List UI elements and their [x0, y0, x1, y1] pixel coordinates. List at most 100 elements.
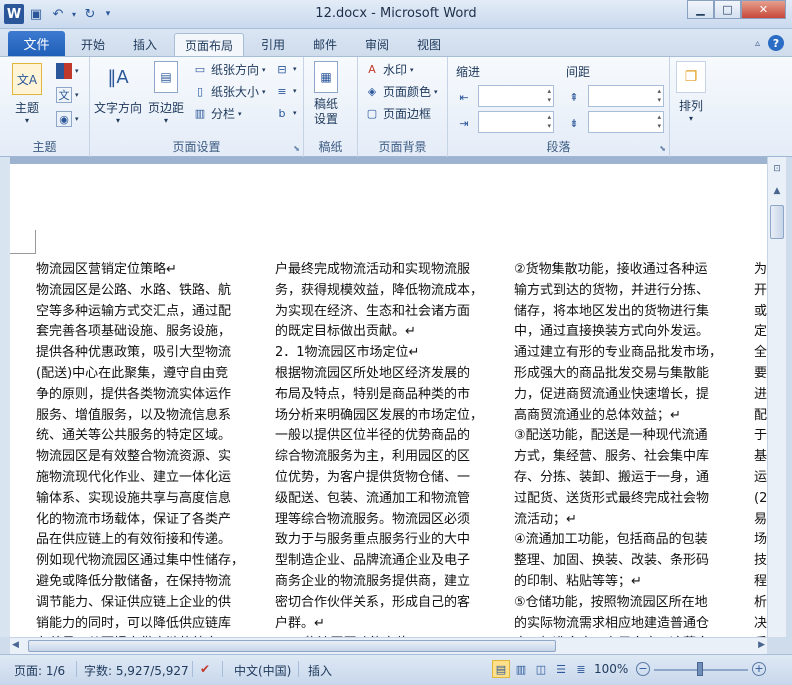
ribbon: 文A 主题 ▾ ▾ 文 ▾ ◉ ▾ 主题 ‖A 文字方向 ▾ ▤ 页边距 ▾ ▭ 纸张… [0, 56, 792, 157]
column-1: 物流园区营销定位策略↵ 物流园区是公路、水路、铁路、航 空等多种运输方式交汇点，通过… [36, 260, 262, 637]
spacing-after-input[interactable]: ▴ ▾ [588, 111, 664, 133]
columns-button[interactable]: ▥ 分栏 ▾ [192, 105, 242, 122]
column-2: 户最终完成物流活动和实现物流服 务，获得规模效益，降低物流成本， 为实现在经济、生态… [275, 260, 501, 637]
arrange-button[interactable]: ❐ 排列 ▾ [676, 61, 706, 123]
indent-left-input[interactable]: ▴ ▾ [478, 85, 554, 107]
spacing-before-input[interactable]: ▴ ▾ [588, 85, 664, 107]
scroll-right-icon[interactable]: ▶ [758, 640, 765, 650]
page-border-button[interactable]: ▢ 页面边框 [364, 105, 431, 122]
text-line: 位优势，为客户提供货物仓储、一 [275, 469, 471, 485]
orientation-button[interactable]: ▭ 纸张方向 ▾ [192, 61, 266, 78]
tab-mailings[interactable]: 邮件 [304, 33, 346, 56]
text-direction-button[interactable]: ‖A 文字方向 ▾ [94, 61, 142, 126]
indent-right-input[interactable]: ▴ ▾ [478, 111, 554, 133]
dialog-launcher-icon[interactable]: ⬊ [659, 144, 666, 153]
theme-colors-button[interactable]: ▾ [56, 63, 79, 79]
group-manuscript: ▦ 稿纸 设置 稿纸 [304, 57, 358, 157]
scroll-thumb[interactable] [770, 205, 784, 239]
text-line: 户最终完成物流活动和实现物流服 [275, 262, 471, 277]
text-line: 务，获得规模效益，降低物流成本， [275, 282, 484, 298]
zoom-slider-knob[interactable] [697, 662, 703, 676]
text-line: 整理、加固、换装、改装、条形码 [514, 553, 710, 569]
text-line: ③配送功能，配送是一种现代流通 [514, 428, 708, 444]
text-line: 开 [754, 282, 767, 298]
help-icon[interactable]: ? [768, 35, 784, 51]
tab-insert[interactable]: 插入 [124, 33, 166, 56]
tab-page-layout[interactable]: 页面布局 [174, 33, 244, 57]
theme-fonts-button[interactable]: 文 ▾ [56, 87, 79, 103]
text-line: 中，通过直接换装方式向外发运。 [514, 324, 710, 340]
zoom-out-icon[interactable]: − [636, 662, 650, 676]
draft-icon[interactable]: ≣ [572, 660, 590, 678]
text-line: 提供各种优惠政策，吸引大型物流 [36, 345, 232, 361]
maximize-button[interactable]: □ [714, 0, 741, 19]
vertical-scrollbar[interactable]: ⊡ ▲ [767, 157, 786, 637]
text-line: 为 [754, 262, 767, 277]
margins-icon: ▤ [154, 61, 178, 93]
line-numbers-button[interactable]: ≡ ▾ [274, 83, 296, 99]
theme-icon: 文A [12, 63, 42, 95]
text-line: 进 [754, 386, 767, 402]
text-line: 致力于与服务重点服务行业的大中 [275, 532, 471, 548]
text-line: 服务、增值服务，以及物流信息系 [36, 407, 232, 423]
tab-file[interactable]: 文件 [8, 31, 65, 56]
paper-size-button[interactable]: ▯ 纸张大小 ▾ [192, 83, 266, 100]
watermark-button[interactable]: A 水印 ▾ [364, 61, 413, 78]
close-button[interactable]: ✕ [741, 0, 786, 19]
horizontal-scrollbar[interactable]: ◀ ▶ [10, 637, 767, 654]
text-line: 级配送、包装、流通加工和物流管 [275, 490, 471, 506]
spacing-before-icon: ⇞ [569, 90, 579, 104]
web-layout-icon[interactable]: ◫ [532, 660, 550, 678]
group-arrange: ❐ 排列 ▾ [670, 57, 714, 157]
text-line: 运 [754, 469, 767, 485]
text-line: 2．1物流园区市场定位↵ [275, 345, 420, 361]
scroll-left-icon[interactable]: ◀ [12, 640, 19, 650]
text-line: 输体系、实现设施共享与高度信息 [36, 490, 232, 506]
tab-home[interactable]: 开始 [72, 33, 114, 56]
ruler-toggle-icon[interactable]: ⊡ [769, 161, 785, 177]
text-line: 争的原则，提供各类物流实体运作 [36, 386, 232, 402]
hyphenation-button[interactable]: b ▾ [274, 105, 297, 121]
zoom-level[interactable]: 100% [594, 662, 628, 676]
word-count[interactable]: 字数: 5,927/5,927 [84, 662, 189, 679]
column-3: ②货物集散功能，接收通过各种运 输方式到达的货物，并进行分拣、 储存，将本地区发出的… [514, 260, 740, 637]
language-indicator[interactable]: 中文(中国) [234, 662, 291, 679]
full-screen-reading-icon[interactable]: ▥ [512, 660, 530, 678]
print-layout-icon[interactable]: ▤ [492, 660, 510, 678]
text-line: 一般以提供区位半径的优势商品的 [275, 428, 471, 444]
text-line: 布局及特点，特别是商品种类的市 [275, 386, 471, 402]
text-line: 销能力的同时，可以降低供应链库 [36, 615, 232, 631]
tab-review[interactable]: 审阅 [356, 33, 398, 56]
horizontal-scroll-thumb[interactable] [28, 640, 556, 652]
theme-effects-button[interactable]: ◉ ▾ [56, 111, 79, 127]
manuscript-settings-button[interactable]: ▦ 稿纸 设置 [314, 61, 338, 127]
document-page[interactable]: 物流园区营销定位策略↵ 物流园区是公路、水路、铁路、航 空等多种运输方式交汇点，通过… [10, 164, 767, 637]
proofing-icon[interactable]: ✔ [200, 662, 210, 676]
dialog-launcher-icon[interactable]: ⬊ [293, 144, 300, 153]
insert-mode[interactable]: 插入 [308, 662, 332, 679]
minimize-button[interactable]: ▁ [687, 0, 714, 19]
zoom-in-icon[interactable]: + [752, 662, 766, 676]
outline-icon[interactable]: ☰ [552, 660, 570, 678]
tab-view[interactable]: 视图 [408, 33, 450, 56]
minimize-ribbon-icon[interactable]: ▵ [755, 38, 760, 49]
text-line: 定 [754, 324, 767, 340]
theme-button[interactable]: 文A 主题 ▾ [12, 63, 42, 125]
breaks-button[interactable]: ⊟ ▾ [274, 61, 296, 77]
text-line: 配 [754, 407, 767, 423]
text-line: 场分析来明确园区发展的市场定位， [275, 407, 484, 423]
page-color-button[interactable]: ◈ 页面颜色 ▾ [364, 83, 438, 100]
text-line: 输方式到达的货物，并进行分拣、 [514, 282, 710, 298]
tab-right-icons: ▵ ? [755, 35, 784, 51]
tab-references[interactable]: 引用 [252, 33, 294, 56]
text-line: 流活动；↵ [514, 511, 577, 527]
text-line: 的既定目标做出贡献。↵ [275, 324, 416, 340]
margins-button[interactable]: ▤ 页边距 ▾ [148, 61, 184, 125]
scroll-up-icon[interactable]: ▲ [769, 183, 785, 199]
indent-label: 缩进 [456, 65, 481, 79]
title-bar: W ▣ ↶ ▾ ↻ ▾ 12.docx - Microsoft Word ▁ □… [0, 0, 792, 29]
text-line: 基 [754, 449, 767, 465]
page-count[interactable]: 页面: 1/6 [14, 662, 65, 679]
orientation-icon: ▭ [194, 63, 206, 76]
text-line: 施物流现代化作业、建立一体化运 [36, 469, 232, 485]
